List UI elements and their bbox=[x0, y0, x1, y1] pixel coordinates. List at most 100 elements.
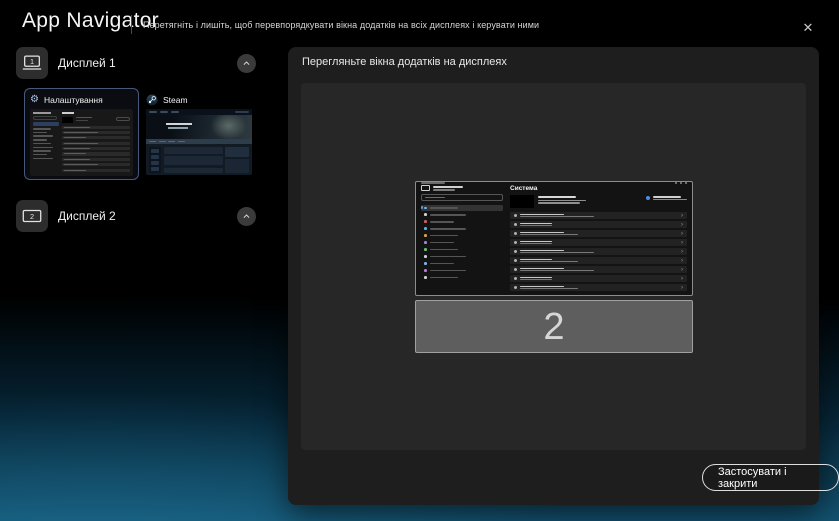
mock-nav-icon bbox=[424, 248, 427, 251]
mock-thumb bbox=[151, 149, 159, 153]
mock-line bbox=[520, 243, 552, 244]
mock-line bbox=[520, 223, 552, 224]
mock-settings-row: › bbox=[510, 257, 687, 264]
mock-line bbox=[64, 153, 86, 154]
mock-nav-icon bbox=[424, 220, 427, 223]
mock-line bbox=[33, 139, 47, 141]
displays-preview: Система bbox=[415, 181, 693, 353]
mock-line bbox=[64, 143, 98, 144]
mock-row bbox=[62, 163, 130, 166]
mock-row-icon bbox=[514, 232, 517, 235]
mock-search-box bbox=[421, 194, 503, 201]
display-1-tile: 1 bbox=[16, 47, 48, 79]
mock-line bbox=[64, 132, 98, 133]
page-title: App Navigator bbox=[22, 9, 159, 33]
mock-line bbox=[520, 250, 564, 251]
mock-line bbox=[520, 232, 564, 233]
mock-game-title-line bbox=[168, 127, 188, 129]
mock-line bbox=[430, 256, 466, 258]
mock-line bbox=[520, 261, 578, 262]
mock-line bbox=[520, 288, 578, 289]
mock-nav-item bbox=[421, 275, 503, 281]
mock-button bbox=[116, 117, 130, 121]
mock-lines bbox=[520, 286, 578, 289]
mock-line bbox=[520, 270, 594, 271]
app-card-settings-header: ⚙ Налаштування bbox=[30, 94, 133, 106]
mock-block bbox=[225, 147, 249, 157]
mock-block bbox=[225, 159, 249, 173]
mock-device-image bbox=[62, 117, 73, 123]
settings-window-thumbnail bbox=[30, 109, 133, 176]
apply-and-close-button[interactable]: Застосувати і закрити bbox=[702, 464, 839, 491]
chevron-up-icon bbox=[242, 59, 251, 68]
chevron-right-icon: › bbox=[681, 231, 683, 237]
mock-line bbox=[64, 137, 86, 138]
mock-settings-rows bbox=[62, 126, 130, 172]
mock-game-hero bbox=[146, 115, 252, 139]
app-card-settings[interactable]: ⚙ Налаштування bbox=[24, 88, 139, 180]
app-card-settings-title: Налаштування bbox=[44, 95, 103, 105]
mock-nav-item bbox=[421, 226, 503, 232]
display-2-collapse-button[interactable] bbox=[237, 207, 256, 226]
mock-nav-list bbox=[421, 205, 503, 280]
mock-nav-icon bbox=[424, 276, 427, 279]
mock-device-image bbox=[510, 195, 534, 208]
mock-line bbox=[33, 150, 51, 152]
chevron-up-icon bbox=[242, 212, 251, 221]
mock-lines bbox=[520, 268, 594, 271]
mock-row-icon bbox=[514, 259, 517, 262]
mock-line bbox=[430, 228, 466, 230]
display-1-collapse-button[interactable] bbox=[237, 54, 256, 73]
mock-line bbox=[430, 263, 454, 265]
header-hint-text: Перетягніть і лишіть, щоб перевпорядкува… bbox=[143, 20, 539, 30]
display-2-number: 2 bbox=[30, 212, 34, 221]
settings-gear-icon: ⚙ bbox=[30, 95, 39, 105]
mock-settings-rows: › › › bbox=[510, 212, 687, 291]
display-2-preview-slot[interactable]: 2 bbox=[415, 300, 693, 353]
mock-line bbox=[433, 189, 455, 191]
mock-line bbox=[235, 111, 249, 113]
mock-line bbox=[538, 202, 580, 203]
mock-lines bbox=[433, 186, 463, 191]
display-1-preview-window[interactable]: Система bbox=[415, 181, 693, 296]
mock-lines bbox=[520, 214, 594, 217]
mock-lines bbox=[653, 196, 687, 208]
mock-line bbox=[520, 268, 564, 269]
mock-line bbox=[425, 197, 445, 199]
mock-nav-icon bbox=[424, 227, 427, 230]
app-card-steam-title: Steam bbox=[163, 95, 188, 105]
mock-lines bbox=[520, 223, 552, 226]
app-card-steam[interactable]: Steam bbox=[141, 89, 253, 177]
mock-row bbox=[62, 131, 130, 134]
mock-device-icon bbox=[421, 185, 430, 191]
chevron-right-icon: › bbox=[681, 249, 683, 255]
chevron-right-icon: › bbox=[681, 258, 683, 264]
mock-block bbox=[164, 156, 223, 165]
mock-settings-window-body: Система bbox=[416, 184, 692, 295]
mock-nav-icon bbox=[424, 255, 427, 258]
mock-line bbox=[33, 158, 53, 160]
mock-nav-lines bbox=[33, 128, 59, 159]
mock-row-icon bbox=[514, 277, 517, 280]
mock-nav-icon bbox=[424, 213, 427, 216]
mock-heading-line bbox=[62, 112, 74, 114]
display-1-number: 1 bbox=[30, 57, 34, 66]
mock-settings-sidebar bbox=[33, 112, 59, 173]
mock-search-box bbox=[33, 116, 57, 120]
mock-nav-item bbox=[421, 261, 503, 267]
mock-selected-item bbox=[33, 122, 59, 126]
close-icon[interactable]: ✕ bbox=[798, 18, 818, 38]
mock-line bbox=[520, 286, 564, 287]
mock-line bbox=[430, 214, 466, 216]
mock-line bbox=[33, 132, 47, 134]
mock-line bbox=[149, 111, 157, 113]
mock-row-icon bbox=[514, 241, 517, 244]
mock-row-icon bbox=[514, 214, 517, 217]
mock-line bbox=[76, 120, 88, 122]
mock-lines bbox=[520, 259, 578, 262]
mock-line bbox=[430, 235, 458, 237]
app-card-steam-header: Steam bbox=[146, 94, 248, 106]
steam-window-thumbnail bbox=[146, 109, 252, 175]
mock-line bbox=[171, 111, 179, 113]
mock-line bbox=[430, 277, 458, 279]
